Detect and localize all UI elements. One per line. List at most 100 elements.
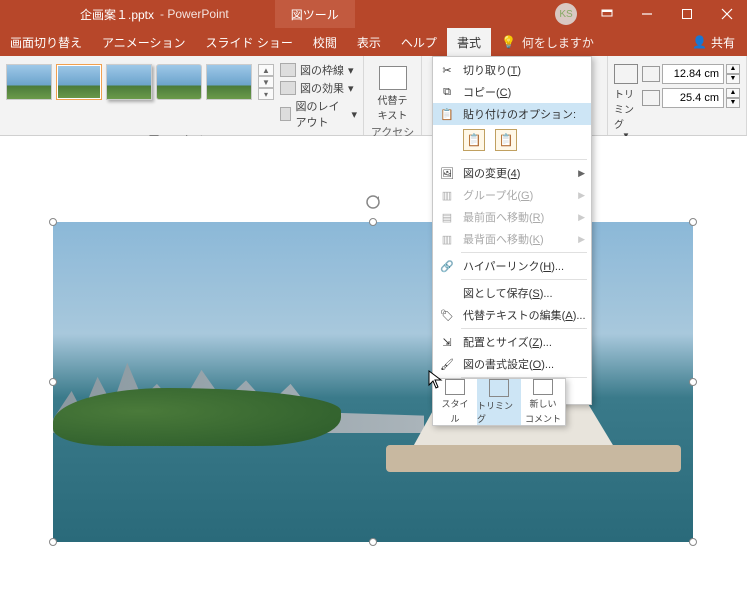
picture-effects-menu[interactable]: 図の効果 ▾	[280, 80, 357, 96]
style-thumb[interactable]	[6, 64, 52, 100]
tab-animation[interactable]: アニメーション	[92, 28, 196, 56]
tell-me-search[interactable]: 💡 何をしますか	[491, 28, 604, 56]
tab-help[interactable]: ヘルプ	[391, 28, 447, 56]
cut-icon: ✂	[439, 62, 455, 78]
user-avatar[interactable]: KS	[555, 3, 577, 25]
tab-transition[interactable]: 画面切り替え	[0, 28, 92, 56]
alt-text-button[interactable]: 代替テ キスト	[370, 60, 415, 122]
alt-text-icon: 🏷	[439, 307, 455, 323]
ctx-copy[interactable]: ⧉コピー(C)	[433, 81, 591, 103]
accessibility-group: 代替テ キスト アクセシビ…	[364, 56, 422, 135]
mini-crop-button[interactable]: トリミング	[477, 379, 521, 425]
file-name: 企画案１.pptx	[80, 6, 154, 23]
alt-text-icon	[379, 66, 407, 90]
paste-option-picture[interactable]: 📋	[495, 129, 517, 151]
share-icon: 👤	[692, 35, 707, 49]
bring-front-icon: ▤	[439, 209, 455, 225]
submenu-arrow-icon: ▶	[578, 168, 585, 179]
selected-picture[interactable]	[53, 222, 693, 542]
resize-handle-n[interactable]	[369, 218, 377, 226]
copy-icon: ⧉	[439, 84, 455, 100]
ribbon: ▲▼▾ 図の枠線 ▾ 図の効果 ▾ 図のレイアウト ▾ 図のスタイル↘ 代替テ …	[0, 56, 747, 136]
picture-style-gallery[interactable]: ▲▼▾	[6, 60, 274, 100]
tab-format[interactable]: 書式	[447, 28, 491, 56]
picture-styles-group: ▲▼▾ 図の枠線 ▾ 図の効果 ▾ 図のレイアウト ▾ 図のスタイル↘	[0, 56, 364, 135]
crop-button[interactable]: トリミング ▼	[614, 64, 638, 140]
contextual-tab-label: 図ツール	[275, 0, 355, 28]
spin-up[interactable]: ▲	[726, 88, 740, 98]
style-thumb[interactable]	[56, 64, 102, 100]
tab-slideshow[interactable]: スライド ショー	[196, 28, 303, 56]
layout-icon	[280, 107, 291, 121]
change-picture-icon: 🖼	[439, 165, 455, 181]
picture-border-menu[interactable]: 図の枠線 ▾	[280, 62, 357, 78]
paste-options-row: 📋 📋	[433, 125, 591, 157]
share-button[interactable]: 👤 共有	[680, 28, 747, 56]
height-input[interactable]	[662, 64, 724, 84]
ctx-save-as-picture[interactable]: 図として保存(S)...	[433, 282, 591, 304]
lightbulb-icon: 💡	[501, 35, 516, 49]
ctx-group: ▥グループ化(G)▶	[433, 184, 591, 206]
app-name: PowerPoint	[167, 7, 228, 21]
photo-foliage	[53, 388, 341, 446]
height-icon	[642, 66, 660, 82]
slide[interactable]	[45, 144, 700, 604]
maximize-button[interactable]	[667, 0, 707, 28]
resize-handle-w[interactable]	[49, 378, 57, 386]
resize-handle-ne[interactable]	[689, 218, 697, 226]
spin-down[interactable]: ▼	[726, 98, 740, 108]
size-group: トリミング ▼ ▲▼ ▲▼ サイズ↘	[607, 56, 747, 135]
ctx-paste-options[interactable]: 📋貼り付けのオプション:	[433, 103, 591, 125]
gallery-scroll[interactable]: ▲▼▾	[258, 64, 274, 100]
ctx-edit-alt-text[interactable]: 🏷代替テキストの編集(A)...	[433, 304, 591, 326]
tab-view[interactable]: 表示	[347, 28, 391, 56]
ribbon-tabs: 画面切り替え アニメーション スライド ショー 校閲 表示 ヘルプ 書式 💡 何…	[0, 28, 747, 56]
spin-down[interactable]: ▼	[726, 74, 740, 84]
ctx-bring-front: ▤最前面へ移動(R)▶	[433, 206, 591, 228]
width-icon	[642, 90, 660, 106]
style-thumb[interactable]	[106, 64, 152, 100]
style-thumb[interactable]	[156, 64, 202, 100]
border-icon	[280, 63, 296, 77]
paste-option-keep-source[interactable]: 📋	[463, 129, 485, 151]
slide-canvas[interactable]	[0, 136, 747, 615]
context-menu: ✂切り取り(T) ⧉コピー(C) 📋貼り付けのオプション: 📋 📋 🖼図の変更(…	[432, 56, 592, 405]
minimize-button[interactable]	[627, 0, 667, 28]
link-icon: 🔗	[439, 258, 455, 274]
size-icon: ⇲	[439, 334, 455, 350]
width-input[interactable]	[662, 88, 724, 108]
resize-handle-se[interactable]	[689, 538, 697, 546]
style-icon	[445, 379, 465, 395]
rotate-handle[interactable]	[365, 194, 381, 210]
ctx-cut[interactable]: ✂切り取り(T)	[433, 59, 591, 81]
title-text: 企画案１.pptx - PowerPoint 図ツール	[0, 0, 555, 28]
ctx-change-picture[interactable]: 🖼図の変更(4)▶	[433, 162, 591, 184]
crop-icon	[614, 64, 638, 84]
send-back-icon: ▥	[439, 231, 455, 247]
mini-comment-button[interactable]: 新しいコメント	[521, 379, 565, 425]
tab-review[interactable]: 校閲	[303, 28, 347, 56]
resize-handle-nw[interactable]	[49, 218, 57, 226]
height-field[interactable]: ▲▼	[642, 64, 740, 84]
ctx-send-back: ▥最背面へ移動(K)▶	[433, 228, 591, 250]
comment-icon	[533, 379, 553, 395]
ribbon-options-button[interactable]	[587, 0, 627, 28]
mouse-cursor	[428, 370, 444, 393]
picture-layout-menu[interactable]: 図のレイアウト ▾	[280, 98, 357, 130]
ctx-format-picture[interactable]: 🖌図の書式設定(O)...	[433, 353, 591, 375]
crop-icon	[489, 379, 509, 397]
title-bar: 企画案１.pptx - PowerPoint 図ツール KS	[0, 0, 747, 28]
close-button[interactable]	[707, 0, 747, 28]
group-icon: ▥	[439, 187, 455, 203]
ctx-size-position[interactable]: ⇲配置とサイズ(Z)...	[433, 331, 591, 353]
style-thumb[interactable]	[206, 64, 252, 100]
ctx-hyperlink[interactable]: 🔗ハイパーリンク(H)...	[433, 255, 591, 277]
mini-toolbar: スタイル トリミング 新しいコメント	[432, 378, 566, 426]
resize-handle-s[interactable]	[369, 538, 377, 546]
resize-handle-e[interactable]	[689, 378, 697, 386]
resize-handle-sw[interactable]	[49, 538, 57, 546]
width-field[interactable]: ▲▼	[642, 88, 740, 108]
effects-icon	[280, 81, 296, 95]
paste-icon: 📋	[439, 106, 455, 122]
spin-up[interactable]: ▲	[726, 64, 740, 74]
